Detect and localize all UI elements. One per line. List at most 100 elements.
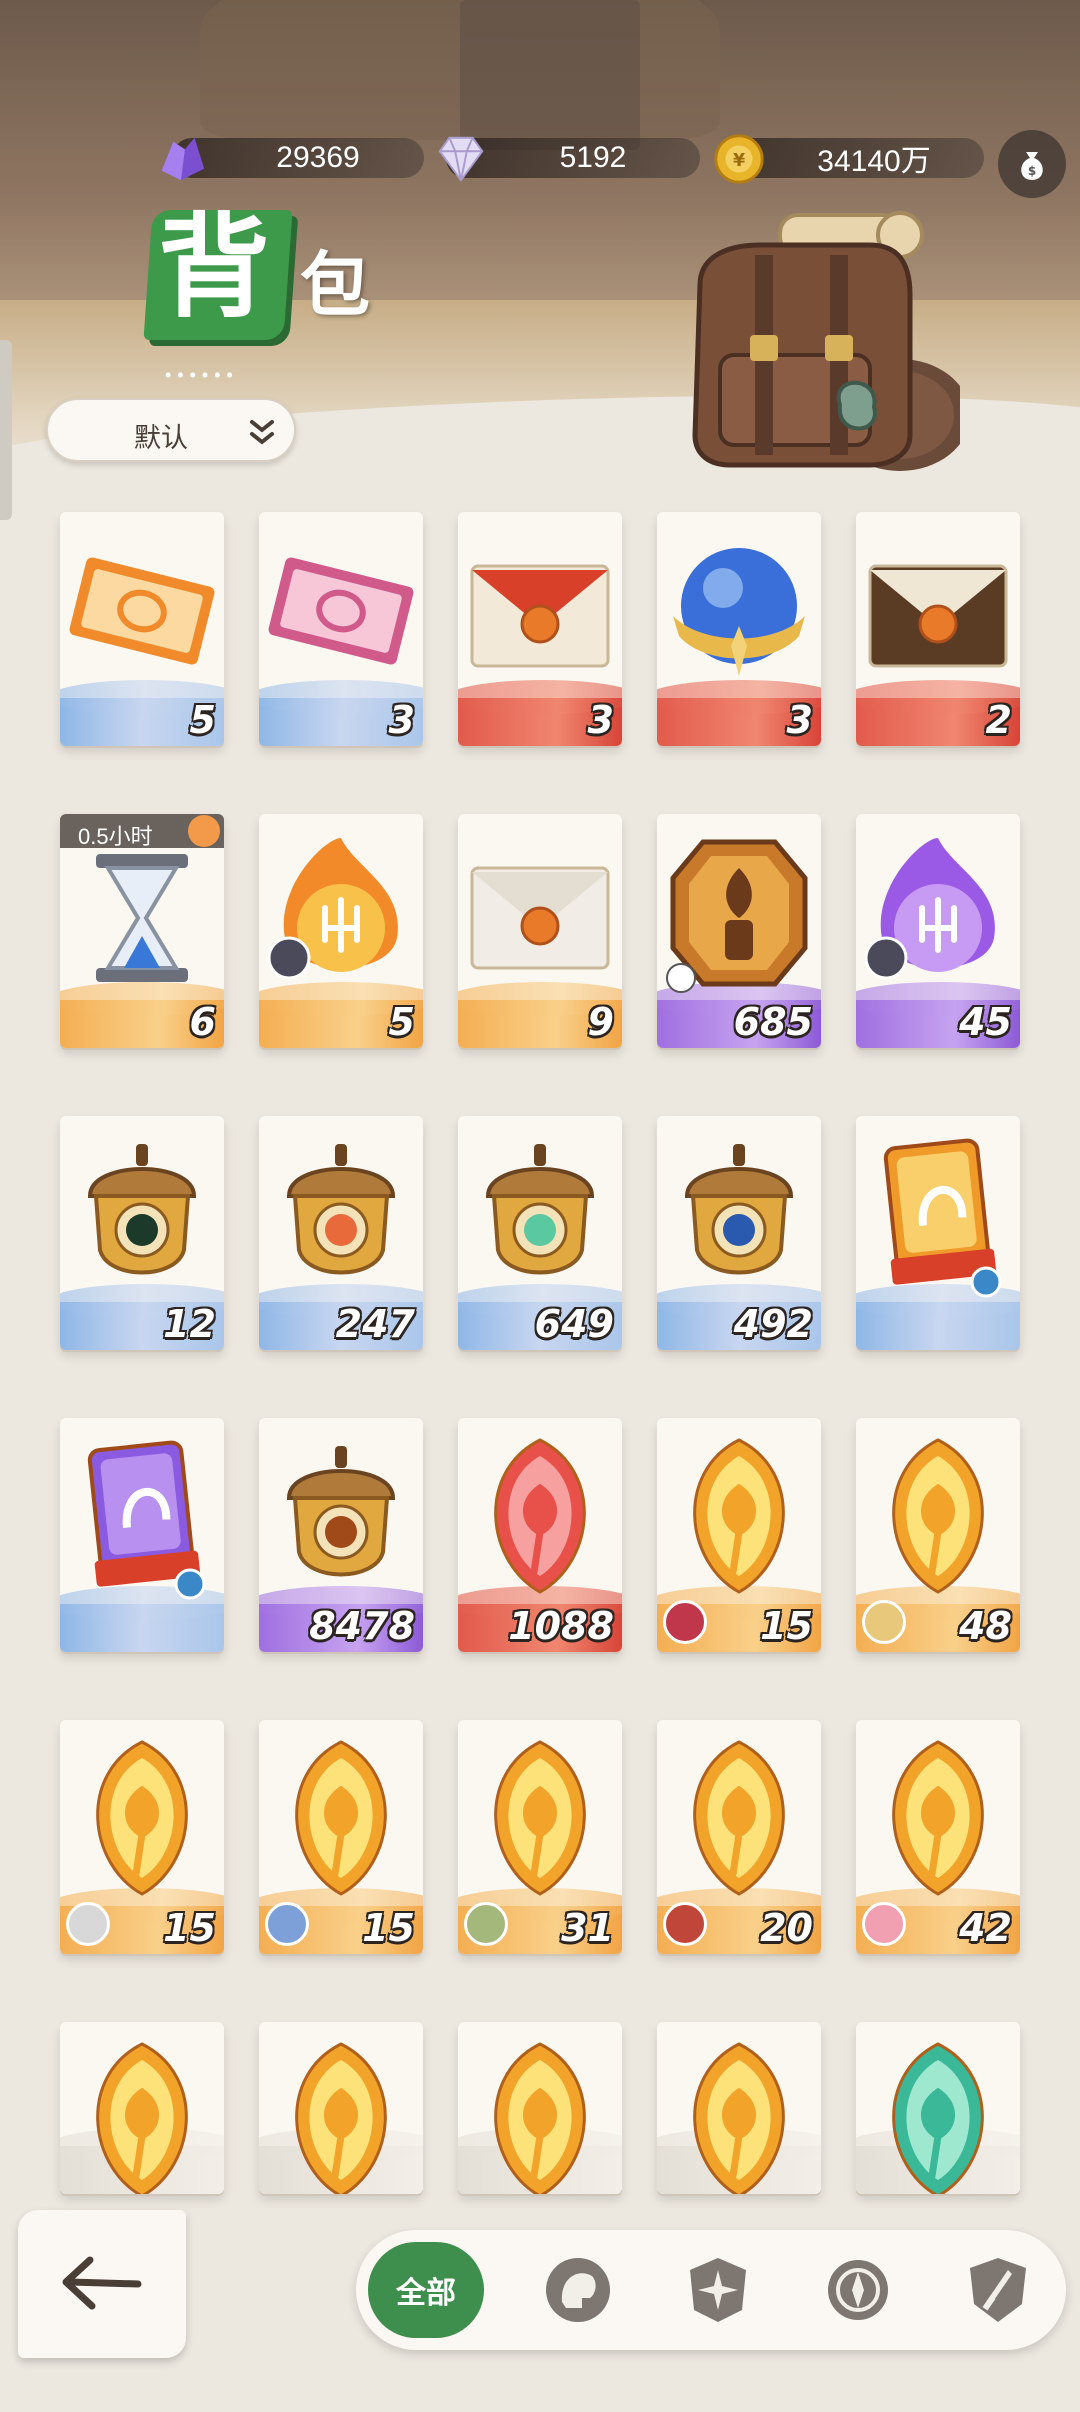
item-card[interactable]: 15 <box>60 1720 224 1954</box>
item-card[interactable]: 2 <box>856 512 1020 746</box>
gold-leaf-crystal-icon <box>693 1438 785 1594</box>
item-card[interactable]: 42 <box>856 1720 1020 1954</box>
character-avatar <box>265 1902 309 1946</box>
item-count: 3 <box>587 698 614 742</box>
star-shield-icon[interactable] <box>682 2254 754 2326</box>
item-card[interactable]: 8478 <box>259 1418 423 1652</box>
item-card[interactable] <box>856 1116 1020 1350</box>
item-card[interactable]: 48 <box>856 1418 1020 1652</box>
ticket-pink-icon <box>268 557 414 665</box>
item-count: 15 <box>362 1906 415 1950</box>
item-count: 2 <box>985 698 1012 742</box>
gold-leaf-crystal-icon <box>96 2042 188 2194</box>
item-count: 8478 <box>309 1604 415 1648</box>
item-count: 12 <box>163 1302 216 1346</box>
character-avatar <box>66 1902 110 1946</box>
back-button[interactable] <box>18 2210 186 2358</box>
item-card[interactable]: 3 <box>259 512 423 746</box>
item-card[interactable]: 247 <box>259 1116 423 1350</box>
item-count: 5 <box>189 698 216 742</box>
item-card[interactable] <box>60 1418 224 1652</box>
item-card[interactable]: 9 <box>458 814 622 1048</box>
item-card[interactable] <box>259 2022 423 2194</box>
category-tabbar: 全部 <box>356 2230 1066 2350</box>
rarity-band <box>856 1284 1020 1350</box>
red-envelope-icon <box>470 564 610 668</box>
torch-medal-icon <box>666 839 808 993</box>
backpack-screen: 29369 5192 34140万 ¥ $ 背 包 •••••• 默认 5 3 … <box>0 0 1080 2412</box>
item-card[interactable]: 12 <box>60 1116 224 1350</box>
item-count: 247 <box>335 1302 415 1346</box>
item-count: 42 <box>959 1906 1012 1950</box>
item-card[interactable]: 3 <box>657 512 821 746</box>
acorn-star-icon <box>684 1144 794 1275</box>
item-card[interactable]: 20 <box>657 1720 821 1954</box>
rarity-band <box>60 1586 224 1652</box>
item-count: 31 <box>561 1906 614 1950</box>
acorn-eye-icon <box>87 1144 197 1275</box>
item-count: 9 <box>587 1000 614 1044</box>
item-card[interactable] <box>657 2022 821 2194</box>
helmet-icon[interactable] <box>542 2254 614 2326</box>
crystal-orb-icon <box>673 548 805 676</box>
item-count: 45 <box>959 1000 1012 1044</box>
brown-envelope-icon <box>868 564 1008 668</box>
green-leaf-crystal-icon <box>892 2042 984 2194</box>
item-card[interactable] <box>60 2022 224 2194</box>
item-count: 3 <box>388 698 415 742</box>
gold-leaf-crystal-icon <box>693 1740 785 1896</box>
item-count: 492 <box>733 1302 813 1346</box>
character-avatar <box>663 1902 707 1946</box>
item-count: 48 <box>959 1604 1012 1648</box>
item-count: 15 <box>163 1906 216 1950</box>
item-grid: 5 3 3 3 2 0.5小时 6 5 9 685 45 12 247 649 … <box>0 0 1080 2200</box>
item-card[interactable]: 31 <box>458 1720 622 1954</box>
timer-icon <box>188 815 220 847</box>
purple-card-ticket-icon <box>87 1440 206 1600</box>
acorn-target-icon <box>286 1144 396 1275</box>
item-count: 1088 <box>508 1604 614 1648</box>
item-count: 15 <box>760 1604 813 1648</box>
gold-leaf-crystal-icon <box>96 1740 188 1896</box>
item-count: 649 <box>534 1302 614 1346</box>
item-card[interactable]: 685 <box>657 814 821 1048</box>
white-envelope-icon <box>470 866 610 970</box>
item-card[interactable]: 15 <box>259 1720 423 1954</box>
sword-shield-icon[interactable] <box>962 2254 1034 2326</box>
tab-all[interactable]: 全部 <box>368 2242 484 2338</box>
gold-leaf-crystal-icon <box>494 1740 586 1896</box>
acorn-diamond-icon <box>286 1446 396 1577</box>
gold-leaf-crystal-icon <box>295 2042 387 2194</box>
fire-orb-fragment-icon <box>267 838 398 980</box>
gold-leaf-crystal-icon <box>494 2042 586 2194</box>
gold-leaf-crystal-icon <box>892 1740 984 1896</box>
item-card[interactable]: 5 <box>259 814 423 1048</box>
item-card[interactable]: 15 <box>657 1418 821 1652</box>
compass-icon[interactable] <box>822 2254 894 2326</box>
item-card[interactable]: 5 <box>60 512 224 746</box>
item-card[interactable] <box>856 2022 1020 2194</box>
item-card[interactable]: 1088 <box>458 1418 622 1652</box>
item-count: 3 <box>786 698 813 742</box>
item-count: 685 <box>733 1000 813 1044</box>
item-count: 20 <box>760 1906 813 1950</box>
character-avatar <box>862 1600 906 1644</box>
acorn-leaf-icon <box>485 1144 595 1275</box>
character-avatar <box>663 1600 707 1644</box>
gold-leaf-crystal-icon <box>693 2042 785 2194</box>
item-card[interactable]: 492 <box>657 1116 821 1350</box>
item-card[interactable]: 0.5小时 6 <box>60 814 224 1048</box>
item-card[interactable]: 649 <box>458 1116 622 1350</box>
purple-orb-fragment-icon <box>864 838 995 980</box>
gold-leaf-crystal-icon <box>295 1740 387 1896</box>
item-card[interactable]: 3 <box>458 512 622 746</box>
item-card[interactable]: 45 <box>856 814 1020 1048</box>
item-count: 6 <box>189 1000 216 1044</box>
orange-card-ticket-icon <box>883 1138 1002 1298</box>
character-avatar <box>862 1902 906 1946</box>
item-card[interactable] <box>458 2022 622 2194</box>
back-arrow-icon <box>62 2256 142 2310</box>
character-avatar <box>464 1902 508 1946</box>
hourglass-icon <box>96 854 188 982</box>
timer-badge: 0.5小时 <box>60 814 224 849</box>
